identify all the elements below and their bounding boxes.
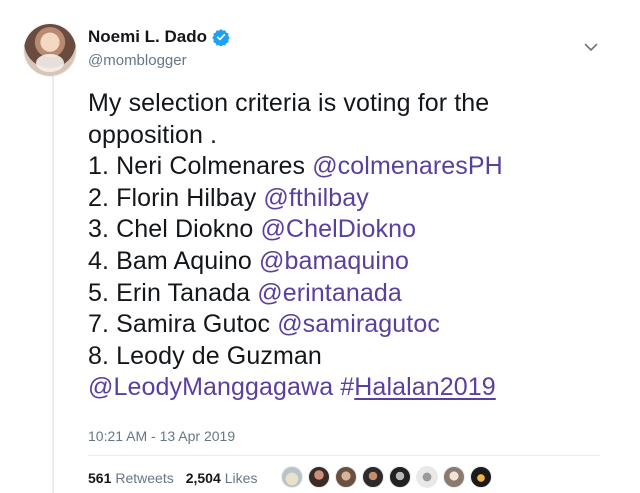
retweets-stat[interactable]: 561 Retweets	[88, 470, 174, 486]
tweet-line: @LeodyManggagawa #Halalan2019	[88, 372, 628, 404]
tweet-line: opposition .	[88, 120, 628, 152]
tweet-line-text: 3. Chel Diokno	[88, 215, 261, 244]
verified-badge-icon	[212, 28, 230, 47]
mention-link[interactable]: @samiragutoc	[277, 310, 440, 338]
tweet-line: 1. Neri Colmenares @colmenaresPH	[88, 151, 628, 183]
name-row: Noemi L. Dado	[88, 27, 230, 47]
avatar-highlight	[36, 54, 64, 72]
tweet-line: 8. Leody de Guzman	[88, 341, 628, 373]
mention-link[interactable]: @bamaquino	[259, 247, 409, 275]
tweet-timestamp[interactable]: 10:21 AM - 13 Apr 2019	[88, 428, 235, 444]
tweet-line-text: My selection criteria is voting for the	[88, 89, 490, 117]
author-display-name[interactable]: Noemi L. Dado	[88, 27, 207, 47]
tweet-line: 3. Chel Diokno @ChelDiokno	[88, 214, 628, 246]
liker-avatar[interactable]	[416, 466, 438, 488]
tweet-line: 2. Florin Hilbay @fthilbay	[88, 183, 628, 215]
hashtag-symbol: #	[340, 373, 355, 402]
tweet-line-text: 2. Florin Hilbay	[88, 183, 264, 212]
tweet-line: 7. Samira Gutoc @samiragutoc	[88, 309, 628, 341]
likes-stat[interactable]: 2,504 Likes	[186, 470, 258, 486]
more-options-chevron-icon[interactable]	[582, 38, 600, 56]
mention-link[interactable]: @fthilbay	[263, 184, 369, 212]
hashtag-link[interactable]: #Halalan2019	[340, 373, 496, 401]
tweet-line: My selection criteria is voting for the	[88, 88, 628, 120]
author-avatar[interactable]	[24, 24, 76, 76]
liker-avatar[interactable]	[362, 466, 384, 488]
tweet-text: My selection criteria is voting for the …	[88, 88, 628, 404]
tweet-line-text: 1. Neri Colmenares	[88, 152, 313, 181]
tweet-stats: 561 Retweets 2,504 Likes	[88, 470, 269, 486]
liker-avatar[interactable]	[335, 466, 357, 488]
divider	[88, 455, 600, 456]
liker-avatar[interactable]	[389, 466, 411, 488]
likes-label: Likes	[224, 470, 258, 486]
mention-link[interactable]: @erintanada	[257, 279, 402, 307]
author-handle[interactable]: @momblogger	[88, 52, 230, 69]
liker-avatar[interactable]	[443, 466, 465, 488]
retweets-label: Retweets	[115, 470, 174, 486]
retweets-count: 561	[88, 470, 112, 486]
tweet-line-text: 8. Leody de Guzman	[88, 341, 322, 370]
hashtag-text: Halalan2019	[354, 373, 496, 402]
tweet-header: Noemi L. Dado @momblogger	[88, 27, 230, 69]
tweet-line-text: 4. Bam Aquino	[88, 246, 259, 275]
thread-line	[52, 72, 54, 493]
tweet-line: 5. Erin Tanada @erintanada	[88, 278, 628, 310]
liker-avatar[interactable]	[308, 466, 330, 488]
liker-avatar[interactable]	[281, 466, 303, 488]
tweet-line-text: opposition .	[88, 120, 218, 149]
tweet-line: 4. Bam Aquino @bamaquino	[88, 246, 628, 278]
mention-link[interactable]: @LeodyManggagawa	[88, 373, 333, 401]
liker-avatars	[281, 466, 497, 488]
tweet-line-text: 7. Samira Gutoc	[88, 310, 278, 339]
tweet-line-text: 5. Erin Tanada	[88, 278, 258, 307]
likes-count: 2,504	[185, 470, 221, 486]
mention-link[interactable]: @ChelDiokno	[260, 215, 416, 243]
liker-avatar[interactable]	[470, 466, 492, 488]
mention-link[interactable]: @colmenaresPH	[312, 152, 503, 180]
